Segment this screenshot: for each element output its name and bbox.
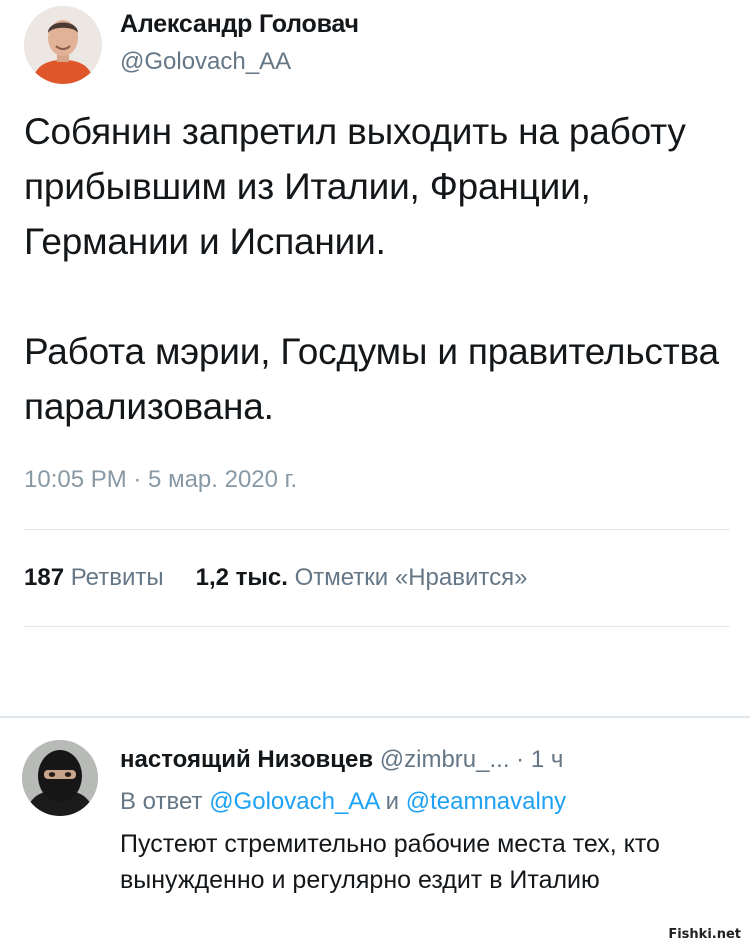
reply-author-handle[interactable]: @zimbru_... xyxy=(380,746,510,773)
likes-count: 1,2 тыс. xyxy=(195,564,288,591)
reply-text: Пустеют стремительно рабочие места тех, … xyxy=(120,830,660,894)
likes-stat[interactable]: 1,2 тыс. Отметки «Нравится» xyxy=(196,564,528,591)
likes-label: Отметки «Нравится» xyxy=(294,564,528,591)
mention-conjunction: и xyxy=(385,788,400,815)
tweet-timestamp[interactable]: 10:05 PM · 5 мар. 2020 г. xyxy=(24,466,297,494)
in-reply-to-label: В ответ xyxy=(120,788,203,815)
divider xyxy=(24,626,730,627)
mention-link[interactable]: @Golovach_AA xyxy=(209,788,379,815)
retweets-label: Ретвиты xyxy=(70,564,164,591)
section-gap xyxy=(0,628,750,716)
author-name[interactable]: Александр Головач xyxy=(120,10,359,39)
person-avatar-icon xyxy=(24,6,102,84)
author-handle[interactable]: @Golovach_AA xyxy=(120,48,291,76)
masked-person-avatar-icon xyxy=(22,740,98,816)
mention-link[interactable]: @teamnavalny xyxy=(406,788,566,815)
reply-tweet[interactable]: настоящий Низовцев @zimbru_... · 1 ч В о… xyxy=(0,718,750,947)
tweet-text: Собянин запретил выходить на работу приб… xyxy=(24,111,719,427)
divider xyxy=(24,529,730,530)
reply-author-name[interactable]: настоящий Низовцев xyxy=(120,746,373,773)
main-tweet: Александр Головач @Golovach_AA Собянин з… xyxy=(0,0,750,720)
watermark: Fishki.net xyxy=(665,926,744,943)
retweets-count: 187 xyxy=(24,564,65,591)
author-avatar[interactable] xyxy=(24,6,102,84)
tweet-stats: 187 Ретвиты 1,2 тыс. Отметки «Нравится» xyxy=(24,564,527,592)
retweets-stat[interactable]: 187 Ретвиты xyxy=(24,564,164,591)
reply-author-avatar[interactable] xyxy=(22,740,98,816)
reply-time[interactable]: 1 ч xyxy=(531,746,564,773)
reply-header: настоящий Низовцев @zimbru_... · 1 ч xyxy=(120,746,563,774)
in-reply-to: В ответ @Golovach_AA и @teamnavalny xyxy=(120,788,566,816)
reply-separator-dot: · xyxy=(516,746,525,773)
